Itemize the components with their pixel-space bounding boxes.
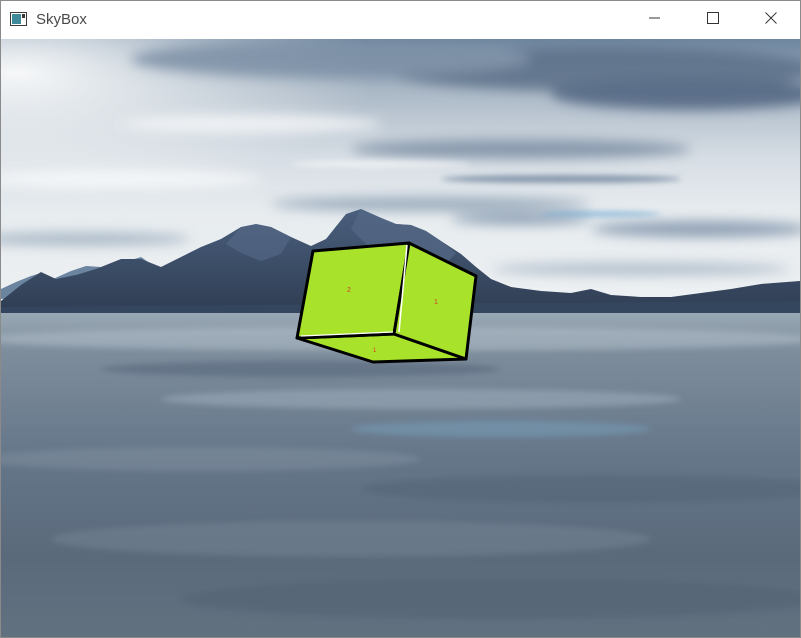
skybox-window: SkyBox 2 1 1 xyxy=(0,0,801,638)
maximize-icon xyxy=(707,11,719,29)
minimize-icon xyxy=(649,11,661,29)
minimize-button[interactable] xyxy=(626,1,684,39)
window-title: SkyBox xyxy=(36,11,87,28)
cube-front-face xyxy=(295,241,411,340)
app-window-icon xyxy=(10,12,27,26)
close-button[interactable] xyxy=(742,1,800,39)
cube-face-label-right: 1 xyxy=(434,299,438,306)
title-bar[interactable]: SkyBox xyxy=(1,1,800,39)
cube-face-label-front: 2 xyxy=(347,287,351,294)
maximize-button[interactable] xyxy=(684,1,742,39)
render-viewport[interactable]: 2 1 1 xyxy=(1,39,800,637)
close-icon xyxy=(765,11,777,29)
